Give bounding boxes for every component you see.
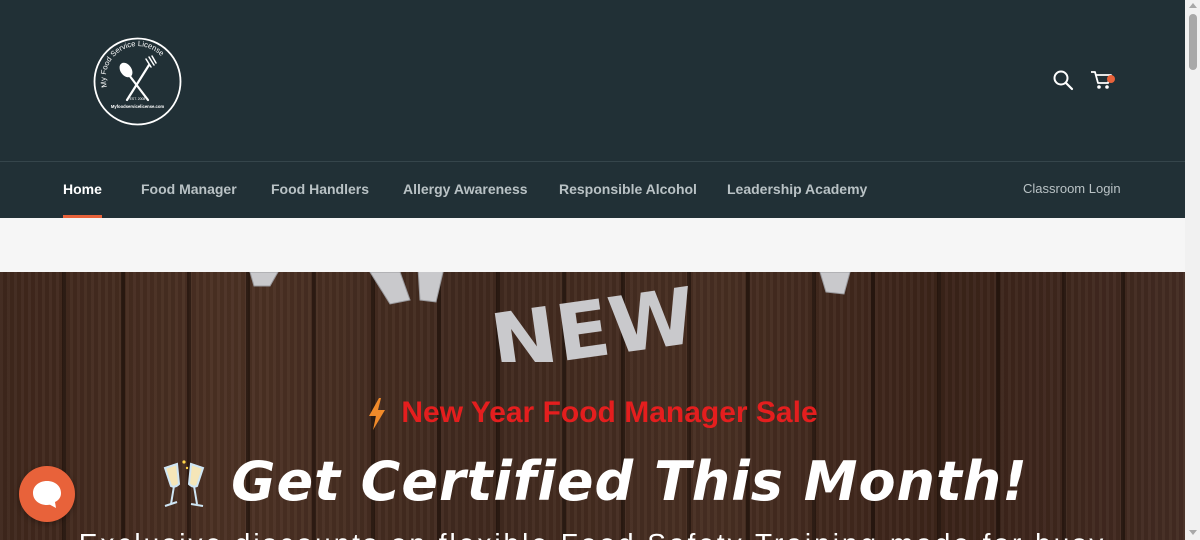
logo-url: Myfoodservicelicense.com <box>111 104 165 109</box>
cart-icon[interactable] <box>1090 69 1116 91</box>
hero-decor-text: NEW <box>486 272 701 362</box>
hero-description: Exclusive discounts on flexible Food Saf… <box>0 528 1185 540</box>
nav-item-allergy-awareness[interactable]: Allergy Awareness <box>403 162 528 218</box>
main-nav: Home Food Manager Food Handlers Allergy … <box>0 161 1185 218</box>
chat-button[interactable] <box>19 466 75 522</box>
chat-icon <box>33 481 61 508</box>
nav-item-home[interactable]: Home <box>63 162 102 218</box>
page-scrollbar[interactable] <box>1185 0 1200 540</box>
cheers-icon <box>163 460 205 508</box>
cart-badge <box>1107 75 1115 83</box>
hero-subtitle: New Year Food Manager Sale <box>0 396 1185 431</box>
nav-item-responsible-alcohol[interactable]: Responsible Alcohol <box>559 162 697 218</box>
nav-item-food-handlers[interactable]: Food Handlers <box>271 162 369 218</box>
nav-item-leadership-academy[interactable]: Leadership Academy <box>727 162 867 218</box>
lightning-icon <box>369 398 386 431</box>
hero-title-text: Get Certified This Month! <box>231 450 1028 513</box>
scroll-up-arrow[interactable] <box>1189 3 1197 8</box>
hero-subtitle-text: New Year Food Manager Sale <box>401 396 818 429</box>
logo-est: EST. 2008 <box>130 97 146 101</box>
site-header: My Food Service License EST. 2008 Myfood… <box>0 0 1185 161</box>
scroll-thumb[interactable] <box>1189 14 1197 70</box>
page: My Food Service License EST. 2008 Myfood… <box>0 0 1185 540</box>
hero-decor-letters: NEW <box>249 272 851 362</box>
announcement-strip <box>0 218 1185 272</box>
classroom-login-link[interactable]: Classroom Login <box>1023 162 1121 218</box>
hero-title: Get Certified This Month! <box>0 450 1185 513</box>
scroll-down-arrow[interactable] <box>1189 530 1197 535</box>
hero-banner: NEW New Year Food Manager Sale Get Certi… <box>0 272 1185 540</box>
nav-item-food-manager[interactable]: Food Manager <box>141 162 237 218</box>
search-icon[interactable] <box>1052 69 1074 91</box>
site-logo[interactable]: My Food Service License EST. 2008 Myfood… <box>93 37 182 126</box>
